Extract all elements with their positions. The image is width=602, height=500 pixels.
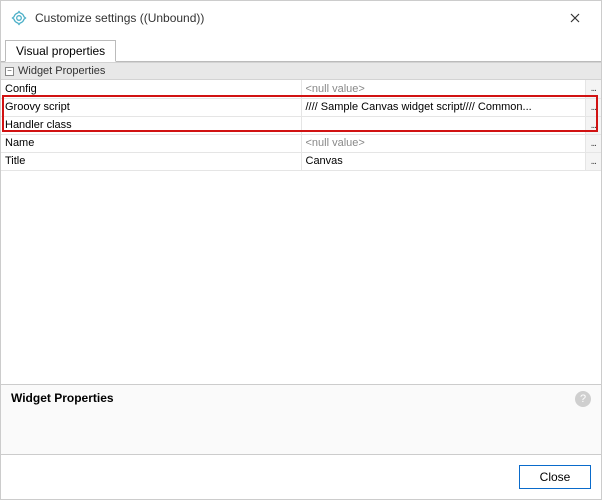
- property-value[interactable]: <null value>: [301, 80, 585, 98]
- dialog-body: − Widget Properties Config <null value> …: [1, 62, 601, 499]
- property-name: Handler class: [1, 116, 301, 134]
- titlebar: Customize settings ((Unbound)): [1, 1, 601, 35]
- ellipsis-button[interactable]: ...: [585, 116, 601, 134]
- group-header-widget-properties[interactable]: − Widget Properties: [1, 62, 601, 80]
- property-row-handler-class[interactable]: Handler class ...: [1, 116, 601, 134]
- window-title: Customize settings ((Unbound)): [35, 11, 555, 25]
- ellipsis-button[interactable]: ...: [585, 134, 601, 152]
- description-title: Widget Properties: [11, 391, 575, 405]
- property-name: Config: [1, 80, 301, 98]
- property-table: Config <null value> ... Groovy script //…: [1, 80, 601, 171]
- tab-bar: Visual properties: [1, 35, 601, 62]
- ellipsis-button[interactable]: ...: [585, 152, 601, 170]
- help-icon[interactable]: ?: [575, 391, 591, 407]
- dialog-window: Customize settings ((Unbound)) Visual pr…: [0, 0, 602, 500]
- property-grid: − Widget Properties Config <null value> …: [1, 62, 601, 384]
- ellipsis-button[interactable]: ...: [585, 80, 601, 98]
- tab-visual-properties[interactable]: Visual properties: [5, 40, 116, 62]
- group-header-label: Widget Properties: [18, 65, 105, 77]
- app-icon: [11, 10, 27, 26]
- property-row-title[interactable]: Title Canvas ...: [1, 152, 601, 170]
- close-button[interactable]: Close: [519, 465, 591, 489]
- property-value[interactable]: //// Sample Canvas widget script//// Com…: [301, 98, 585, 116]
- property-name: Groovy script: [1, 98, 301, 116]
- property-name: Title: [1, 152, 301, 170]
- property-row-config[interactable]: Config <null value> ...: [1, 80, 601, 98]
- property-value[interactable]: [301, 116, 585, 134]
- collapse-toggle-icon[interactable]: −: [5, 67, 14, 76]
- dialog-footer: Close: [1, 454, 601, 499]
- property-row-name[interactable]: Name <null value> ...: [1, 134, 601, 152]
- property-name: Name: [1, 134, 301, 152]
- window-close-button[interactable]: [555, 4, 595, 32]
- property-row-groovy-script[interactable]: Groovy script //// Sample Canvas widget …: [1, 98, 601, 116]
- property-value[interactable]: <null value>: [301, 134, 585, 152]
- property-value[interactable]: Canvas: [301, 152, 585, 170]
- ellipsis-button[interactable]: ...: [585, 98, 601, 116]
- description-panel: Widget Properties ?: [1, 384, 601, 454]
